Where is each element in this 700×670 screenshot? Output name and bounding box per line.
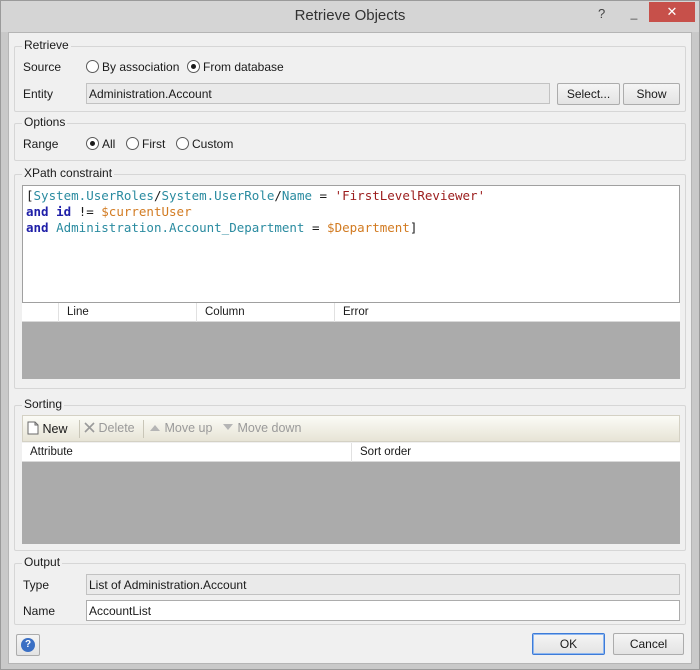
range-first-label[interactable]: First	[142, 137, 165, 151]
delete-sort-label: Delete	[98, 421, 135, 435]
title-bar: Retrieve Objects ? _ ✕	[1, 1, 699, 32]
sorting-grid-header: Attribute Sort order	[22, 443, 680, 462]
minimize-icon[interactable]: _	[627, 7, 641, 21]
code-path-account-department: Administration.Account_Department	[56, 220, 305, 235]
source-by-association-label[interactable]: By association	[102, 60, 179, 74]
code-keyword-and: and	[26, 220, 49, 235]
error-grid-body[interactable]	[22, 322, 680, 379]
new-sort-button[interactable]: New	[27, 421, 68, 436]
x-delete-icon	[84, 422, 95, 433]
error-grid-header: Line Column Error	[22, 303, 680, 322]
retrieve-group-title: Retrieve	[22, 38, 71, 52]
range-all-label[interactable]: All	[102, 137, 115, 151]
error-grid-col-error[interactable]: Error	[335, 303, 680, 322]
sorting-col-attribute[interactable]: Attribute	[22, 443, 352, 462]
toolbar-separator	[79, 420, 80, 438]
code-string-literal: 'FirstLevelReviewer'	[334, 188, 486, 203]
options-group-title: Options	[22, 115, 68, 129]
move-up-label: Move up	[164, 421, 213, 435]
toolbar-separator	[143, 420, 144, 438]
code-keyword-and: and	[26, 204, 49, 219]
xpath-editor[interactable]: [System.UserRoles/System.UserRole/Name =…	[22, 185, 680, 303]
code-variable-department: $Department	[327, 220, 410, 235]
window-title: Retrieve Objects	[294, 7, 406, 24]
cancel-button[interactable]: Cancel	[613, 633, 684, 655]
source-by-association-radio[interactable]	[86, 60, 99, 73]
help-circle-icon: ?	[21, 638, 35, 652]
code-path-userrole: System.UserRole	[161, 188, 275, 203]
sorting-group-title: Sorting	[22, 397, 65, 411]
ok-button[interactable]: OK	[532, 633, 605, 655]
new-sort-label: New	[42, 422, 68, 436]
dialog-content: Retrieve Source By association From data…	[8, 32, 692, 664]
show-entity-button[interactable]: Show	[623, 83, 680, 105]
move-down-label: Move down	[237, 421, 302, 435]
code-attribute-id: id	[56, 204, 72, 219]
code-bracket-close: ]	[409, 220, 418, 235]
code-slash: /	[274, 188, 282, 203]
triangle-down-icon	[223, 424, 233, 430]
source-from-database-label[interactable]: From database	[203, 60, 284, 74]
entity-label: Entity	[23, 87, 54, 101]
help-button[interactable]: ?	[16, 634, 40, 656]
range-all-radio[interactable]	[86, 137, 99, 150]
output-name-input[interactable]: AccountList	[86, 600, 680, 621]
code-operator-eq: =	[304, 220, 328, 235]
move-up-button[interactable]: Move up	[149, 421, 212, 435]
code-operator-eq: =	[312, 188, 335, 203]
code-path-name: Name	[281, 188, 313, 203]
name-label: Name	[23, 604, 56, 618]
code-operator-neq: !=	[71, 204, 102, 219]
range-custom-radio[interactable]	[176, 137, 189, 150]
output-group-title: Output	[22, 555, 63, 569]
source-from-database-radio[interactable]	[187, 60, 200, 73]
range-custom-label[interactable]: Custom	[192, 137, 233, 151]
error-grid-col-line[interactable]: Line	[59, 303, 197, 322]
code-bracket-open: [	[26, 188, 34, 203]
close-button[interactable]: ✕	[649, 2, 695, 22]
delete-sort-button[interactable]: Delete	[84, 421, 135, 435]
triangle-up-icon	[150, 425, 160, 431]
select-entity-button[interactable]: Select...	[557, 83, 620, 105]
sorting-col-sort-order[interactable]: Sort order	[352, 443, 680, 462]
code-variable-currentuser: $currentUser	[101, 204, 192, 219]
range-first-radio[interactable]	[126, 137, 139, 150]
error-grid-col-blank[interactable]	[22, 303, 59, 322]
entity-field: Administration.Account	[86, 83, 550, 104]
type-label: Type	[23, 578, 50, 592]
sorting-toolbar: New Delete Move up Move down	[22, 415, 680, 442]
range-label: Range	[23, 137, 59, 151]
sorting-grid-body[interactable]	[22, 462, 680, 544]
error-grid-col-column[interactable]: Column	[197, 303, 335, 322]
document-new-icon	[27, 421, 39, 435]
source-label: Source	[23, 60, 62, 74]
title-help-icon[interactable]: ?	[598, 6, 605, 21]
move-down-button[interactable]: Move down	[222, 421, 301, 435]
code-path-userroles: System.UserRoles	[33, 188, 154, 203]
retrieve-objects-dialog: Retrieve Objects ? _ ✕ Retrieve Source B…	[0, 0, 700, 670]
xpath-group-title: XPath constraint	[22, 166, 115, 180]
type-field: List of Administration.Account	[86, 574, 680, 595]
